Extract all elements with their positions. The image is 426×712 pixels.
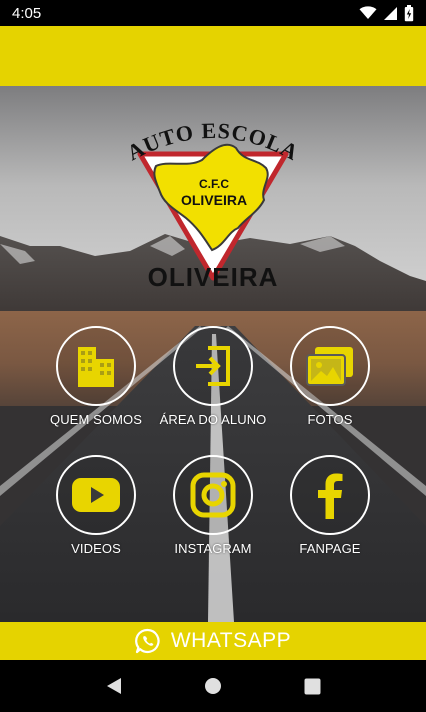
status-time: 4:05	[12, 4, 42, 22]
logo-bottom-text: OLIVEIRA	[148, 262, 279, 292]
home-button[interactable]	[201, 674, 225, 698]
menu-tile-videos[interactable]: VIDEOS	[36, 455, 156, 556]
building-icon	[78, 347, 114, 387]
menu-tile-quem-somos[interactable]: QUEM SOMOS	[36, 326, 156, 427]
menu-tile-label: INSTAGRAM	[174, 541, 252, 556]
menu-tile-instagram[interactable]: INSTAGRAM	[153, 455, 273, 556]
menu-tile-label: ÁREA DO ALUNO	[159, 412, 267, 427]
menu-tile-label: QUEM SOMOS	[49, 412, 142, 427]
battery-charging-icon	[404, 4, 414, 21]
login-door-icon	[196, 346, 230, 386]
status-icons	[359, 4, 414, 22]
instagram-icon	[190, 472, 236, 518]
hero-background: C.F.C OLIVEIRA AUTO ESCOLA OLIVEIRA	[0, 86, 426, 622]
facebook-icon	[318, 473, 343, 519]
whatsapp-icon	[134, 628, 160, 654]
youtube-icon	[72, 478, 120, 512]
back-button[interactable]	[102, 674, 126, 698]
menu-tile-circle[interactable]	[290, 326, 370, 406]
menu-tile-circle[interactable]	[173, 455, 253, 535]
menu-tile-area-do-aluno[interactable]: ÁREA DO ALUNO	[153, 326, 273, 427]
menu-tile-label: VIDEOS	[71, 541, 121, 556]
signal-icon	[384, 6, 397, 20]
system-nav-bar	[0, 660, 426, 712]
menu-tile-label: FOTOS	[307, 412, 353, 427]
menu-tile-circle[interactable]	[173, 326, 253, 406]
wifi-icon	[359, 6, 377, 19]
whatsapp-button[interactable]: WHATSAPP	[0, 622, 426, 660]
whatsapp-label: WHATSAPP	[170, 629, 292, 652]
menu-tile-circle[interactable]	[290, 455, 370, 535]
menu-tile-fanpage[interactable]: FANPAGE	[270, 455, 390, 556]
recents-button[interactable]	[300, 674, 324, 698]
recents-icon	[304, 678, 321, 694]
logo-badge-line1: C.F.C	[199, 177, 229, 191]
menu-tile-circle[interactable]	[56, 455, 136, 535]
app-toolbar	[0, 26, 426, 86]
logo-badge-line2: OLIVEIRA	[181, 192, 247, 208]
logo-top-text: AUTO ESCOLA	[128, 118, 298, 165]
logo-bottom-text-wrap: OLIVEIRA	[148, 262, 279, 292]
status-bar: 4:05	[0, 0, 426, 26]
photos-icon	[306, 347, 353, 386]
menu-tile-fotos[interactable]: FOTOS	[270, 326, 390, 427]
home-icon	[204, 678, 221, 694]
menu-tile-circle[interactable]	[56, 326, 136, 406]
back-icon	[106, 678, 121, 694]
menu-tile-label: FANPAGE	[299, 541, 361, 556]
svg-text:AUTO ESCOLA: AUTO ESCOLA	[128, 118, 298, 165]
logo-top-text-arc: AUTO ESCOLA	[128, 118, 298, 165]
